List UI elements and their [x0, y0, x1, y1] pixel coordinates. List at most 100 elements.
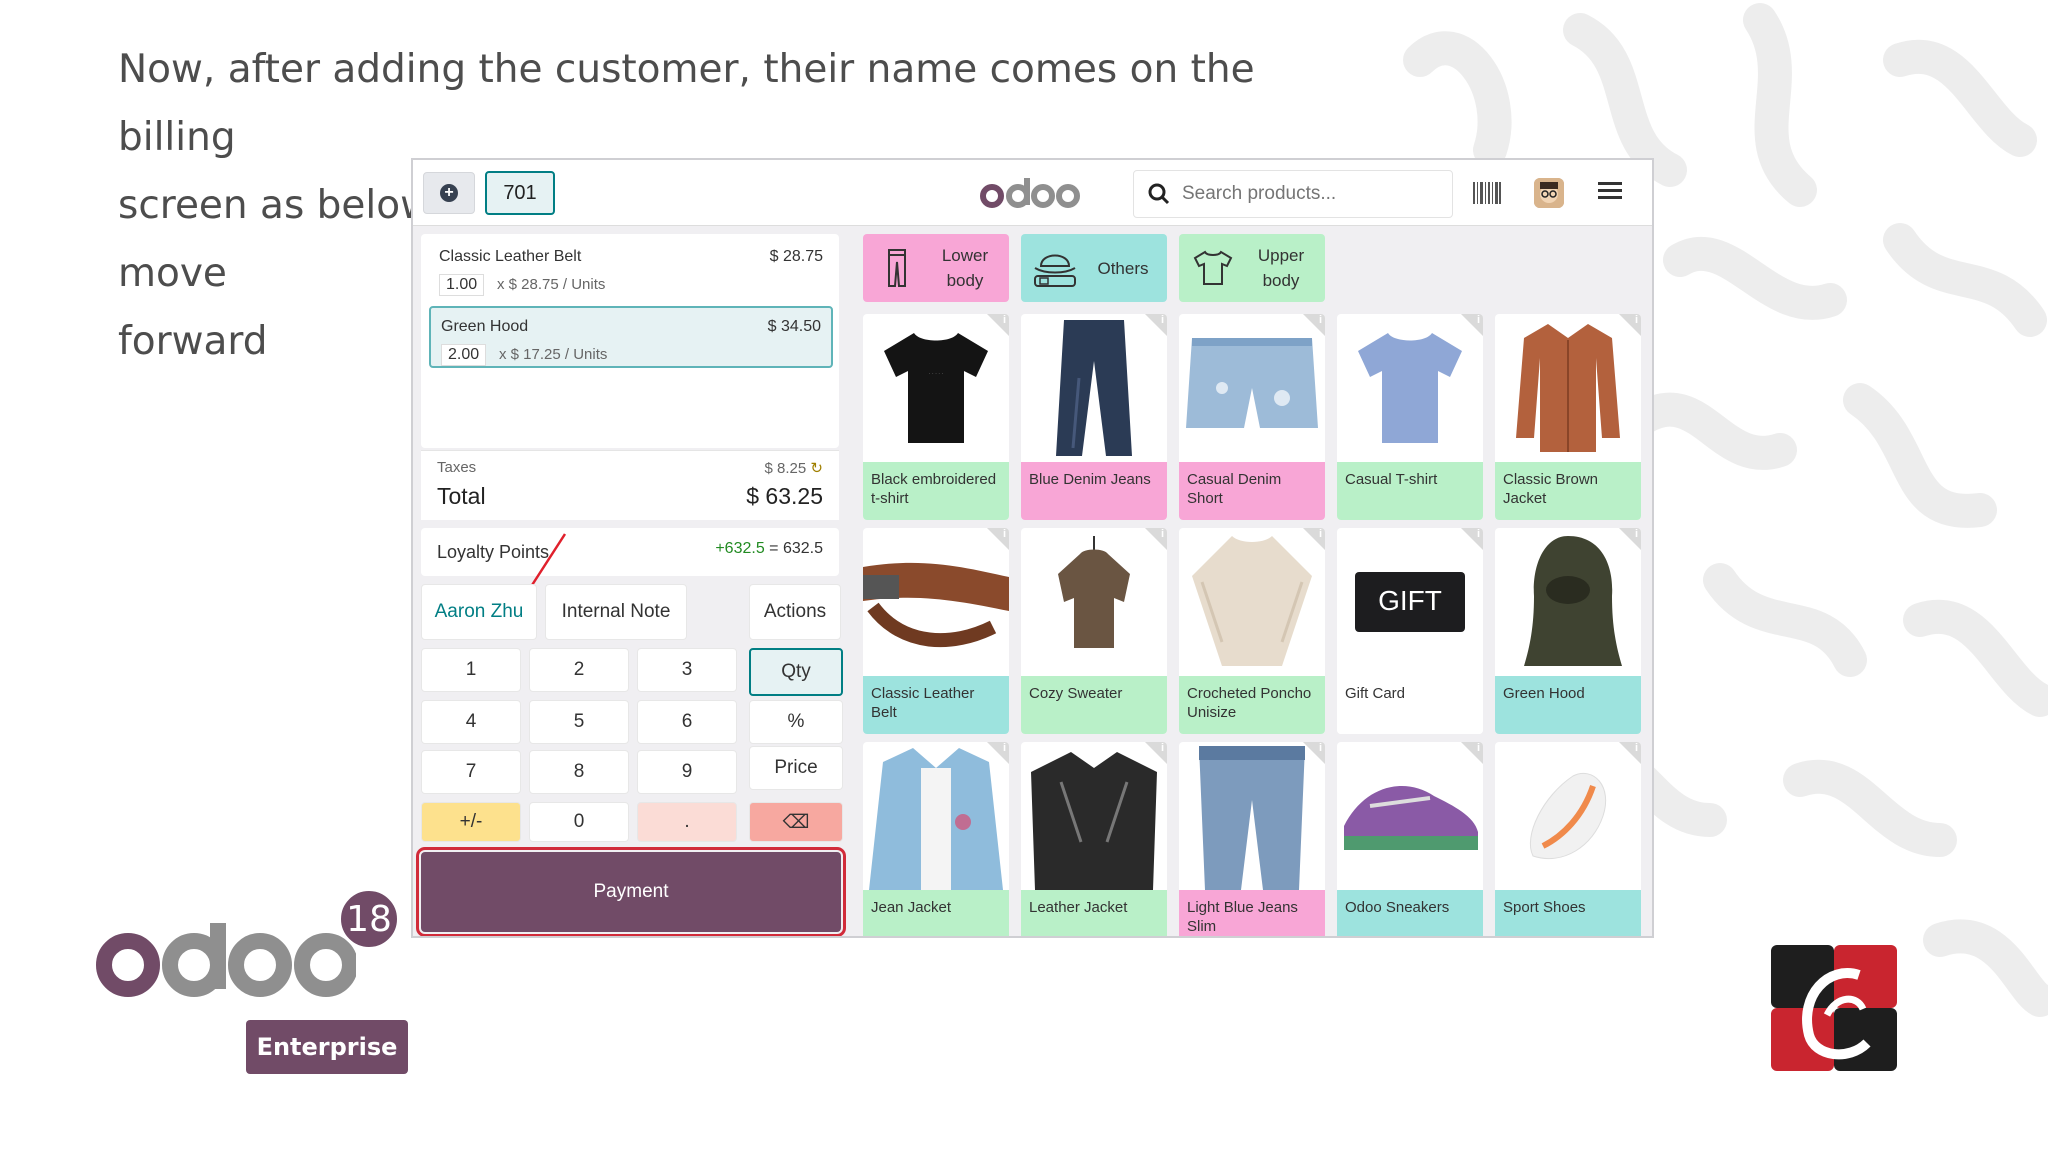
loyalty-value: +632.5 = 632.5 — [715, 540, 823, 557]
price-mode-button[interactable]: Price — [749, 746, 843, 790]
customer-button[interactable]: Aaron Zhu — [421, 584, 537, 640]
product-image — [1179, 314, 1325, 462]
product-image — [863, 528, 1009, 676]
odoo-logo — [980, 178, 1080, 208]
taxes-value: $ 8.25 ↻ — [764, 460, 823, 477]
order-tab[interactable]: 701 — [485, 171, 555, 215]
product-name: Crocheted Poncho Unisize — [1179, 676, 1325, 734]
product-name: Leather Jacket — [1021, 890, 1167, 936]
product-image: · · · · · — [863, 314, 1009, 462]
numpad-key[interactable]: 2 — [529, 648, 629, 692]
numpad-key[interactable]: 7 — [421, 750, 521, 794]
product-card[interactable]: Light Blue Jeans Slim i — [1179, 742, 1325, 936]
product-card[interactable]: Leather Jacket i — [1021, 742, 1167, 936]
product-card[interactable]: Crocheted Poncho Unisize i — [1179, 528, 1325, 734]
numpad-key[interactable]: 1 — [421, 648, 521, 692]
product-image — [1495, 528, 1641, 676]
hamburger-menu-icon[interactable] — [1598, 180, 1622, 202]
info-icon[interactable]: i — [987, 742, 1009, 764]
internal-note-button[interactable]: Internal Note — [545, 584, 687, 640]
product-card[interactable]: GIFT Gift Card i — [1337, 528, 1483, 734]
order-line-selected[interactable]: Green Hood $ 34.50 2.00 x $ 17.25 / Unit… — [429, 306, 833, 368]
backspace-icon[interactable]: ⌫ — [749, 802, 843, 842]
product-image — [1495, 742, 1641, 890]
avatar[interactable] — [1534, 178, 1564, 208]
numpad-key[interactable]: 0 — [529, 802, 629, 842]
svg-text:· · · · ·: · · · · · — [929, 371, 944, 377]
info-icon[interactable]: i — [1145, 742, 1167, 764]
info-icon[interactable]: i — [1461, 528, 1483, 550]
info-icon[interactable]: i — [1303, 742, 1325, 764]
product-name: Gift Card — [1337, 676, 1483, 734]
numpad-key[interactable]: 8 — [529, 750, 629, 794]
info-icon[interactable]: i — [1145, 314, 1167, 336]
product-card[interactable]: Blue Denim Jeans i — [1021, 314, 1167, 520]
actions-button[interactable]: Actions — [749, 584, 841, 640]
pos-window: + 701 Classic Leather Belt $ 28. — [411, 158, 1654, 938]
order-line-price: $ 28.75 — [769, 248, 823, 265]
info-icon[interactable]: i — [1303, 528, 1325, 550]
total-label: Total — [437, 483, 486, 509]
category-lower-body[interactable]: Lower body — [863, 234, 1009, 302]
numpad-key[interactable]: 6 — [637, 700, 737, 744]
product-card[interactable]: Classic Leather Belt i — [863, 528, 1009, 734]
product-card[interactable]: Casual T-shirt i — [1337, 314, 1483, 520]
order-line-qty: 2.00 — [441, 344, 487, 366]
product-name: Black embroidered t-shirt — [863, 462, 1009, 520]
info-icon[interactable]: i — [1461, 314, 1483, 336]
category-others[interactable]: Others — [1021, 234, 1167, 302]
payment-button[interactable]: Payment — [416, 847, 846, 936]
decimal-key[interactable]: . — [637, 802, 737, 842]
info-icon[interactable]: i — [1619, 314, 1641, 336]
info-icon[interactable]: i — [1619, 528, 1641, 550]
order-line-name: Classic Leather Belt — [439, 248, 582, 265]
info-icon[interactable]: i — [1461, 742, 1483, 764]
product-card[interactable]: Casual Denim Short i — [1179, 314, 1325, 520]
numpad-key[interactable]: 5 — [529, 700, 629, 744]
edition-badge: Enterprise — [246, 1020, 408, 1074]
caption-line-1: Now, after adding the customer, their na… — [118, 47, 1255, 160]
qty-mode-button[interactable]: Qty — [749, 648, 843, 696]
product-card[interactable]: Sport Shoes i — [1495, 742, 1641, 936]
numpad-key[interactable]: 3 — [637, 648, 737, 692]
discount-mode-button[interactable]: % — [749, 700, 843, 744]
product-name: Casual Denim Short — [1179, 462, 1325, 520]
total-value: $ 63.25 — [746, 483, 823, 509]
category-upper-body[interactable]: Upper body — [1179, 234, 1325, 302]
category-label: body — [946, 271, 984, 290]
product-image — [1021, 314, 1167, 462]
product-name: Odoo Sneakers — [1337, 890, 1483, 936]
product-card[interactable]: Green Hood i — [1495, 528, 1641, 734]
product-name: Blue Denim Jeans — [1021, 462, 1167, 520]
order-line[interactable]: Classic Leather Belt $ 28.75 1.00 x $ 28… — [429, 238, 833, 300]
info-icon[interactable]: i — [1619, 742, 1641, 764]
product-card[interactable]: · · · · · Black embroidered t-shirt i — [863, 314, 1009, 520]
tshirt-icon — [1193, 250, 1233, 285]
product-name: Green Hood — [1495, 676, 1641, 734]
product-name: Jean Jacket — [863, 890, 1009, 936]
product-card[interactable]: Odoo Sneakers i — [1337, 742, 1483, 936]
info-icon[interactable]: i — [1145, 528, 1167, 550]
info-icon[interactable]: i — [987, 528, 1009, 550]
product-card[interactable]: Cozy Sweater i — [1021, 528, 1167, 734]
taxes-label: Taxes — [437, 459, 477, 476]
product-name: Cozy Sweater — [1021, 676, 1167, 734]
product-image — [1021, 528, 1167, 676]
odoo-logo — [96, 923, 356, 997]
info-icon[interactable]: i — [987, 314, 1009, 336]
product-card[interactable]: Classic Brown Jacket i — [1495, 314, 1641, 520]
order-line-price: $ 34.50 — [767, 318, 821, 335]
numpad-key[interactable]: 4 — [421, 700, 521, 744]
numpad-key[interactable]: 9 — [637, 750, 737, 794]
info-icon[interactable]: i — [1303, 314, 1325, 336]
product-search[interactable] — [1133, 170, 1453, 218]
new-order-button[interactable]: + — [423, 172, 475, 214]
product-image — [1179, 528, 1325, 676]
barcode-icon[interactable] — [1473, 182, 1501, 204]
product-card[interactable]: Jean Jacket i — [863, 742, 1009, 936]
search-icon — [1148, 183, 1170, 205]
category-label: Others — [1097, 258, 1149, 278]
plus-minus-key[interactable]: +/- — [421, 802, 521, 842]
search-input[interactable] — [1182, 183, 1422, 205]
product-name: Sport Shoes — [1495, 890, 1641, 936]
